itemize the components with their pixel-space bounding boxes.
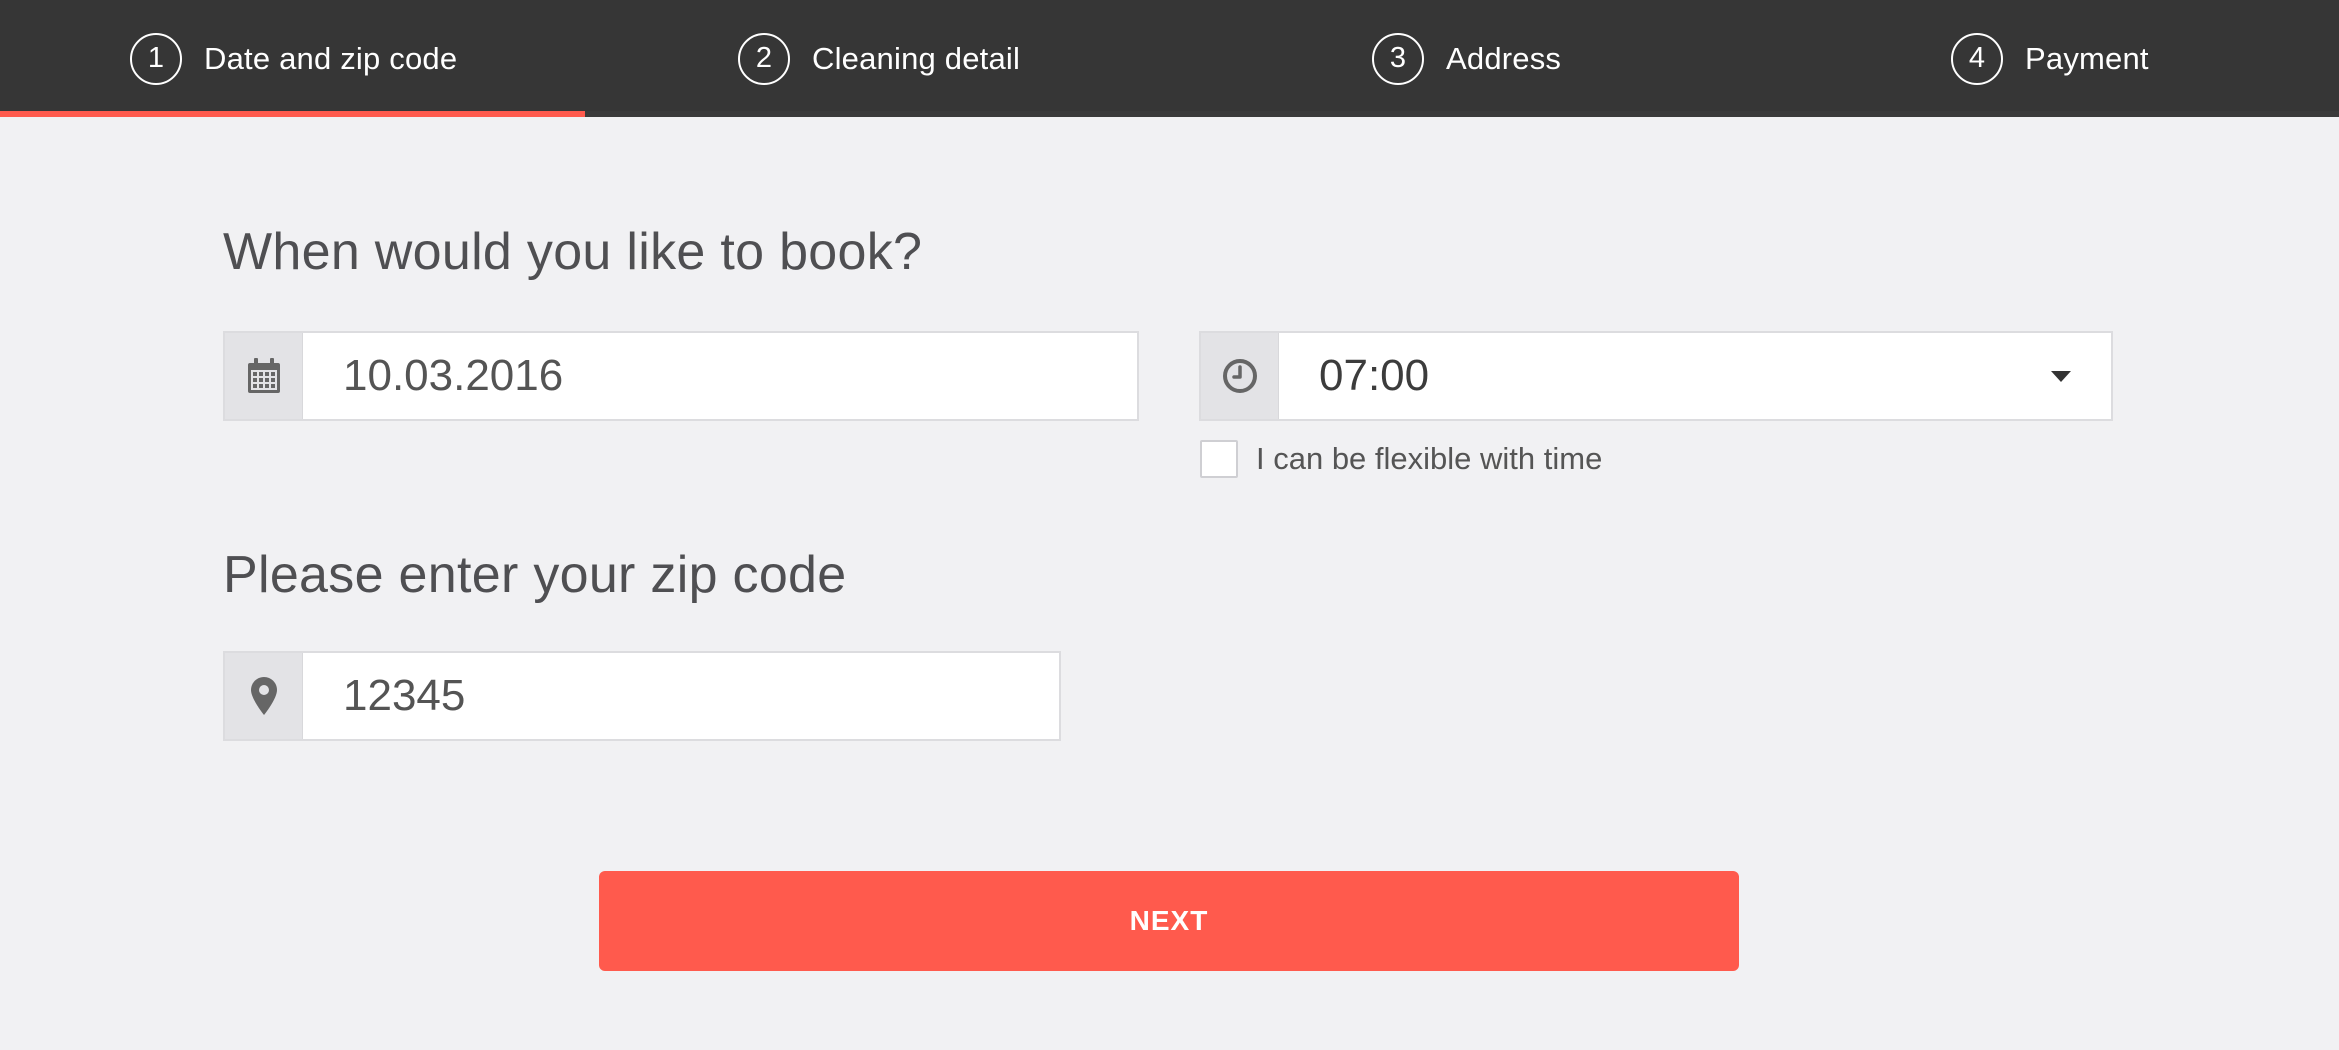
step-label: Address [1446, 40, 1562, 76]
step-cleaning-detail[interactable]: 2 Cleaning detail [738, 0, 1020, 117]
zip-input[interactable]: 12345 [303, 653, 1059, 739]
step-number: 4 [1951, 32, 2003, 85]
time-select[interactable]: 07:00 [1199, 331, 2113, 421]
flexible-time-label: I can be flexible with time [1256, 441, 1603, 476]
calendar-icon [225, 333, 303, 419]
clock-icon [1201, 333, 1279, 419]
time-select-value: 07:00 [1319, 351, 1430, 400]
flexible-time-option[interactable]: I can be flexible with time [1200, 440, 1602, 478]
progress-bar-fill [0, 111, 585, 117]
booking-heading: When would you like to book? [223, 223, 923, 281]
step-label: Payment [2025, 40, 2149, 76]
step-label: Cleaning detail [812, 40, 1021, 76]
date-input[interactable]: 10.03.2016 [303, 333, 1137, 419]
chevron-down-icon [2051, 370, 2071, 382]
step-address[interactable]: 3 Address [1372, 0, 1561, 117]
zip-field[interactable]: 12345 [223, 651, 1061, 741]
step-payment[interactable]: 4 Payment [1951, 0, 2149, 117]
date-field[interactable]: 10.03.2016 [223, 331, 1139, 421]
step-number: 3 [1372, 32, 1424, 85]
step-date-and-zip[interactable]: 1 Date and zip code [130, 0, 457, 117]
progress-stepper: 1 Date and zip code 2 Cleaning detail 3 … [0, 0, 2339, 117]
flexible-time-checkbox[interactable] [1200, 440, 1238, 478]
zip-heading: Please enter your zip code [223, 546, 847, 604]
step-number: 2 [738, 32, 790, 85]
next-button[interactable]: NEXT [599, 871, 1739, 971]
step-number: 1 [130, 32, 182, 85]
map-pin-icon [225, 653, 303, 739]
step-label: Date and zip code [204, 40, 458, 76]
